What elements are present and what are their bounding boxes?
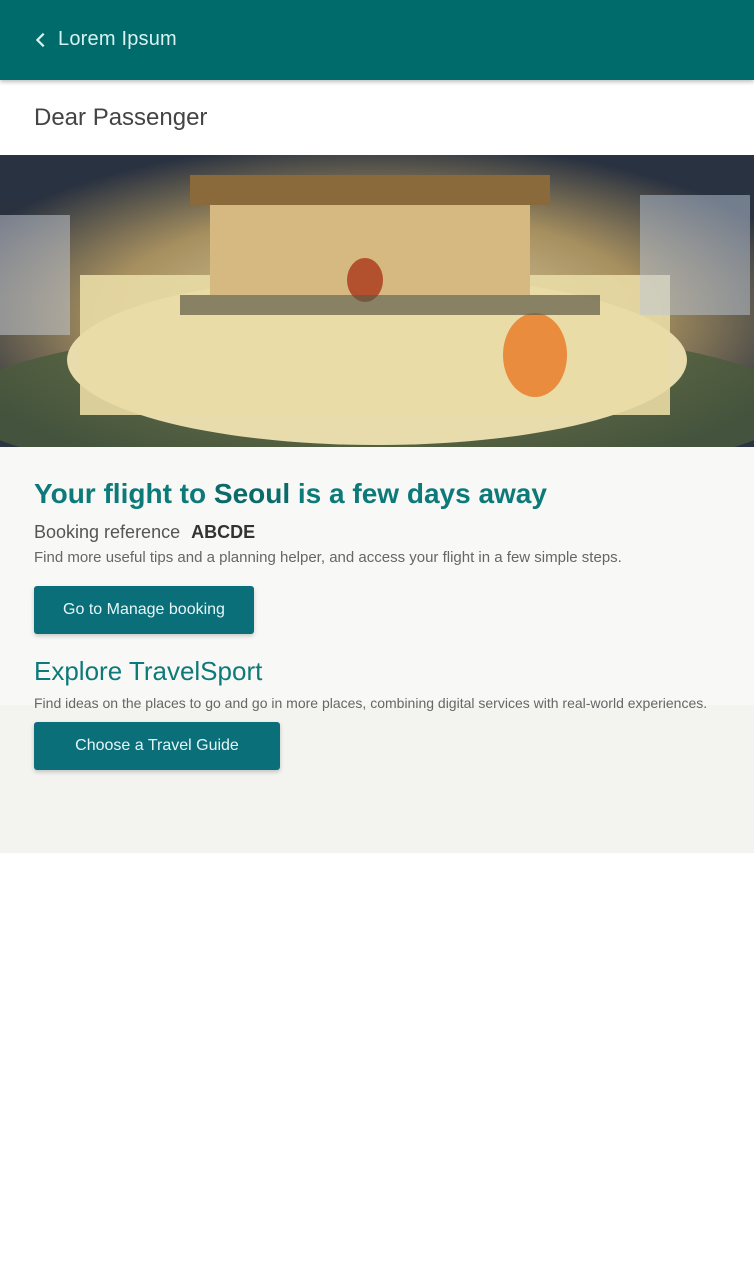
- travel-guide-button[interactable]: Choose a Travel Guide: [34, 722, 280, 770]
- booking-label: Booking reference: [34, 522, 181, 542]
- booking-code: ABCDE: [191, 522, 256, 542]
- fortress-photo: [0, 155, 754, 447]
- back-label: Lorem Ipsum: [58, 28, 177, 50]
- headline-suffix: is a few days away: [297, 478, 547, 509]
- explore-text: Find ideas on the places to go and go in…: [34, 695, 708, 711]
- explore-title: Explore TravelSport: [34, 656, 263, 686]
- chevron-left-icon: [35, 32, 45, 47]
- headline-prefix: Your flight to: [34, 478, 207, 509]
- destination-name: Seoul: [213, 478, 291, 509]
- back-link[interactable]: Lorem Ipsum: [32, 28, 177, 51]
- destination-hero-image: [0, 155, 754, 447]
- greeting: Dear Passenger: [34, 104, 208, 131]
- trip-headline: Your flight to Seoul is a few days away: [34, 478, 547, 510]
- manage-booking-button[interactable]: Go to Manage booking: [34, 586, 254, 634]
- booking-reference: Booking reference ABCDE: [34, 522, 255, 543]
- trip-hint: Find more useful tips and a planning hel…: [34, 549, 622, 566]
- app-header: Lorem Ipsum: [0, 0, 754, 80]
